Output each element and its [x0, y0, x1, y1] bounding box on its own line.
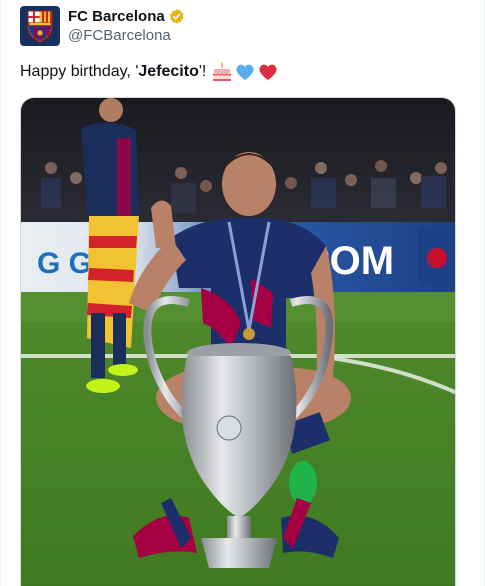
tweet-photo[interactable]: G GA POM [20, 97, 456, 586]
account-handle[interactable]: @FCBarcelona [68, 27, 185, 44]
tweet-text-bold: Jefecito [138, 63, 199, 80]
red-heart-icon [259, 64, 277, 80]
tweet-card: FC Barcelona @FCBarcelona Happy birthday… [0, 0, 485, 586]
photo-icon: G GA POM [21, 98, 455, 586]
account-display-name[interactable]: FC Barcelona [68, 8, 165, 25]
verified-badge-icon [169, 9, 184, 24]
avatar[interactable] [20, 6, 60, 46]
birthday-cake-icon [212, 62, 232, 81]
tweet-text-end: '! [198, 63, 207, 80]
fc-barcelona-crest-icon [27, 10, 53, 43]
tweet-header: FC Barcelona @FCBarcelona [20, 6, 185, 48]
tweet-text-start: Happy birthday, ' [20, 63, 139, 80]
tweet-text: Happy birthday, ' Jefecito '! [20, 61, 278, 83]
blue-heart-icon [236, 64, 254, 80]
